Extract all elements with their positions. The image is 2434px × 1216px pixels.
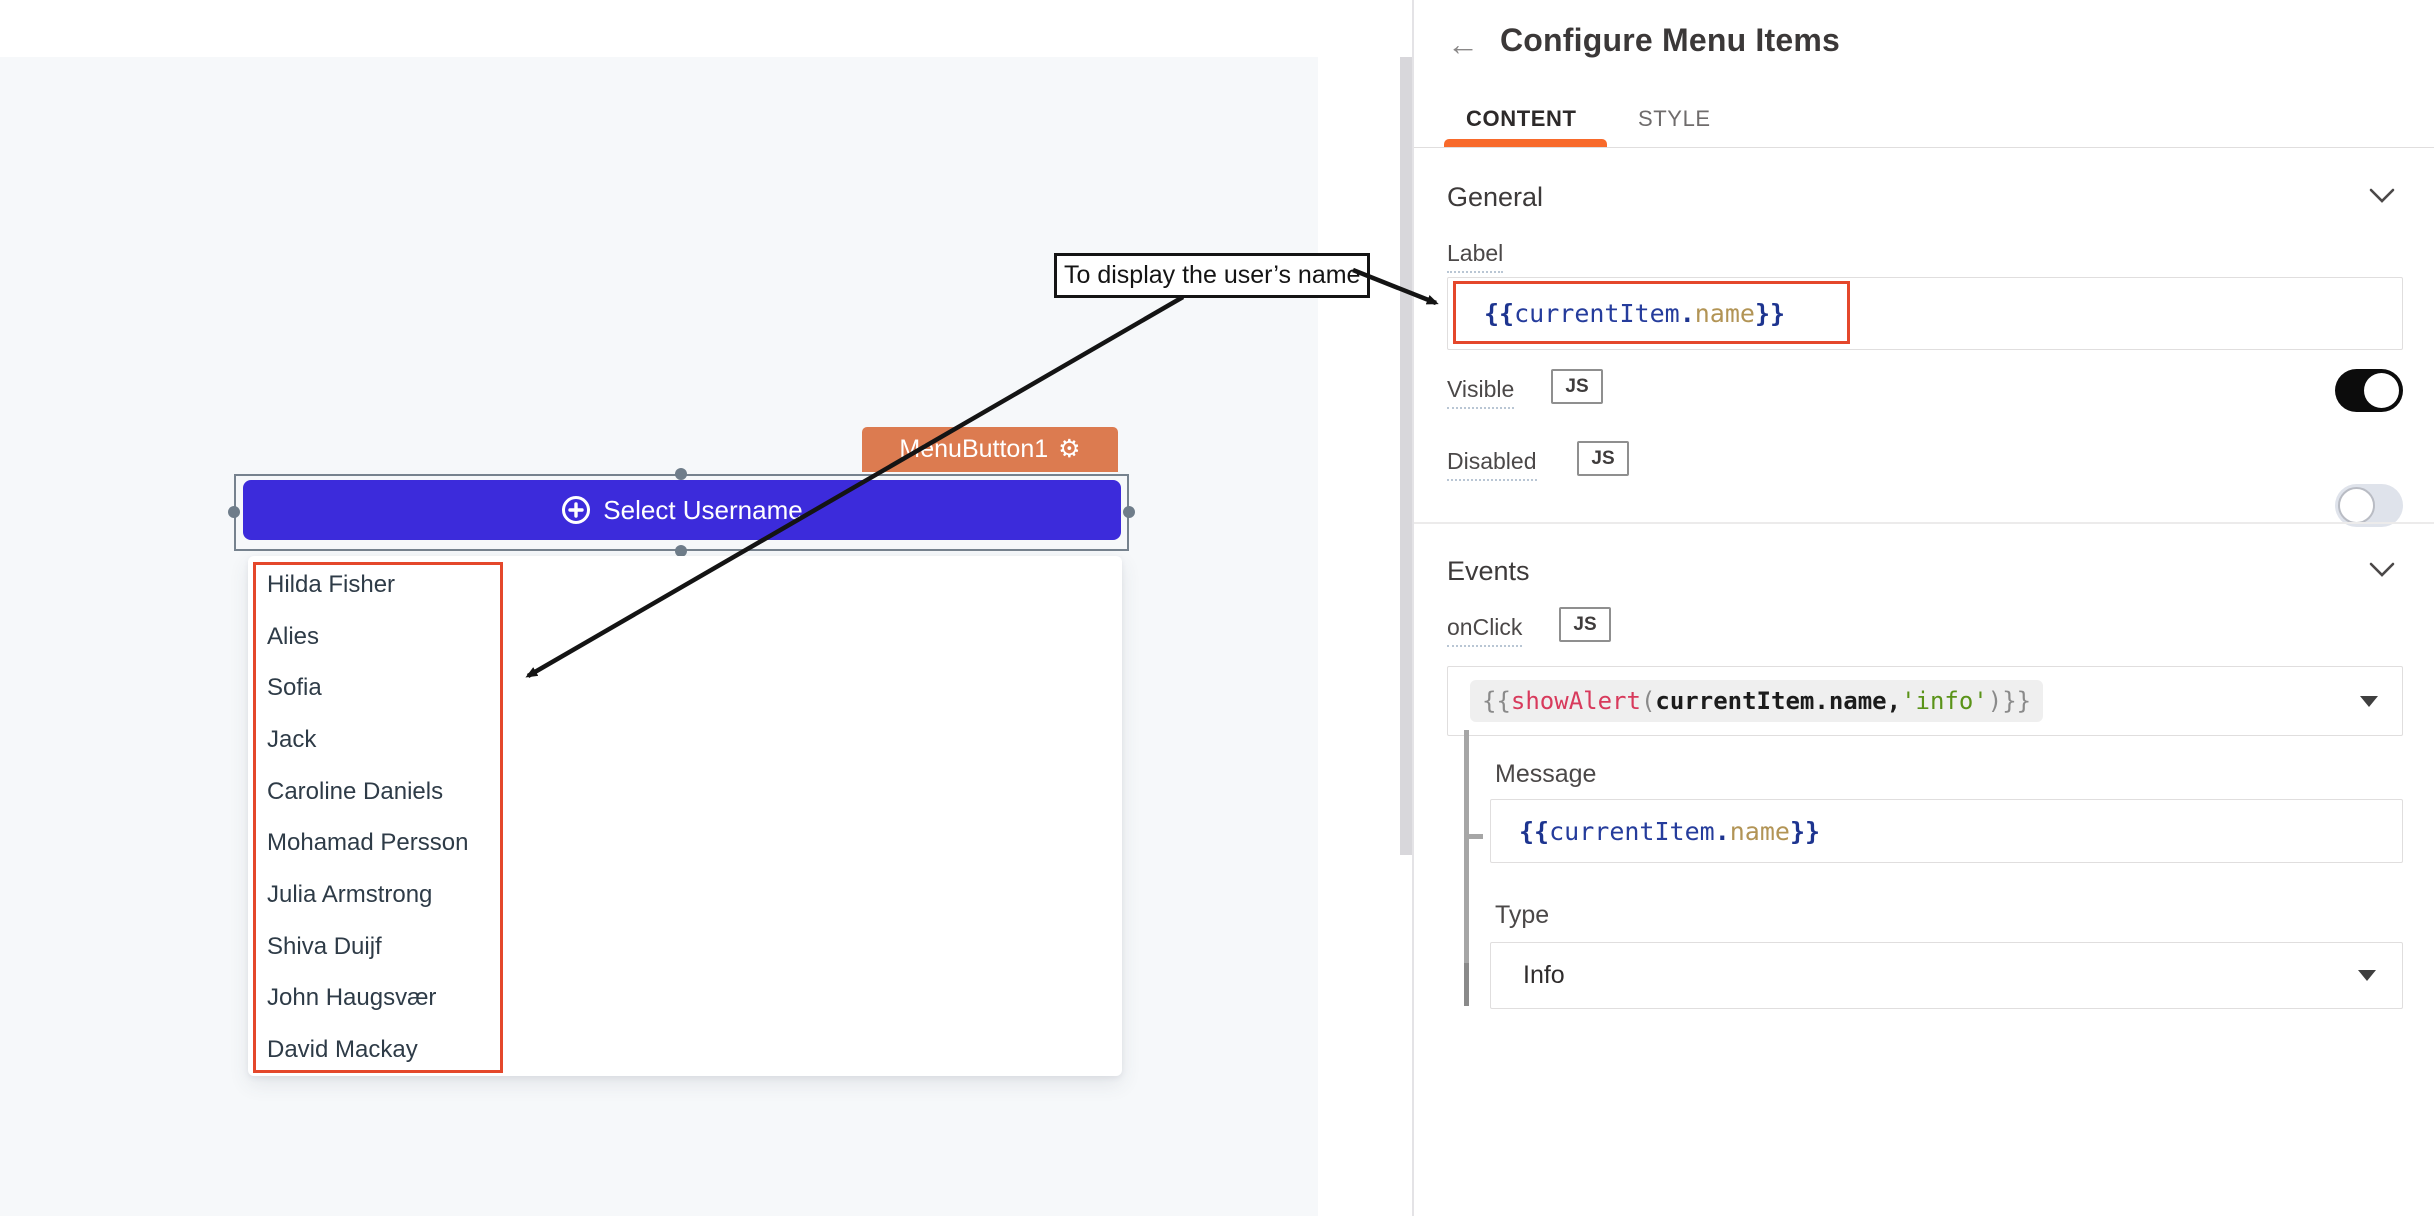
gear-icon[interactable]: ⚙	[1058, 437, 1080, 462]
chevron-down-icon[interactable]	[2369, 562, 2395, 578]
onclick-action-select[interactable]: {{showAlert(currentItem.name,'info')}}	[1447, 666, 2403, 736]
menu-item-label: Shiva Duijf	[267, 933, 382, 961]
menu-item-label: John Haugsvær	[267, 984, 436, 1012]
menu-item[interactable]: Hilda Fisher	[248, 559, 1122, 611]
tab-style[interactable]: STYLE	[1638, 106, 1711, 132]
action-indent-tick	[1469, 834, 1483, 839]
menu-item[interactable]: Jack	[248, 714, 1122, 766]
disabled-toggle[interactable]	[2335, 484, 2403, 527]
menu-dropdown: Hilda Fisher Alies Sofia Jack Caroline D…	[248, 556, 1122, 1076]
panel-title: Configure Menu Items	[1500, 22, 1840, 59]
menu-button-label: Select Username	[603, 495, 802, 526]
section-divider	[1414, 522, 2434, 524]
label-field-label: Label	[1447, 240, 1503, 273]
menu-item[interactable]: Shiva Duijf	[248, 921, 1122, 973]
visible-toggle[interactable]	[2335, 369, 2403, 412]
select-caret-icon	[2358, 970, 2376, 981]
onclick-label: onClick	[1447, 614, 1522, 647]
menu-item-list: Hilda Fisher Alies Sofia Jack Caroline D…	[248, 556, 1122, 1076]
message-label: Message	[1495, 760, 1596, 789]
menu-button-widget[interactable]: Select Username	[243, 480, 1121, 540]
visible-toggle-knob	[2364, 373, 2399, 408]
menu-item-label: David Mackay	[267, 1036, 418, 1064]
menu-item[interactable]: Mohamad Persson	[248, 817, 1122, 869]
plus-circle-icon	[561, 495, 591, 525]
annotation-text: To display the user’s name	[1064, 261, 1360, 290]
onclick-action-code: {{showAlert(currentItem.name,'info')}}	[1482, 687, 2031, 715]
onclick-js-toggle-button[interactable]: JS	[1559, 607, 1611, 642]
onclick-action-chip: {{showAlert(currentItem.name,'info')}}	[1470, 680, 2043, 722]
disabled-label: Disabled	[1447, 448, 1537, 481]
menu-item-label: Jack	[267, 726, 316, 754]
active-tab-indicator	[1444, 139, 1607, 147]
section-events-title: Events	[1447, 556, 1530, 587]
menu-item-label: Hilda Fisher	[267, 571, 395, 599]
action-indent-scroll-thumb[interactable]	[1464, 963, 1469, 1006]
disabled-js-toggle-button[interactable]: JS	[1577, 441, 1629, 476]
menu-item-label: Alies	[267, 623, 319, 651]
visible-js-toggle-button[interactable]: JS	[1551, 369, 1603, 404]
widget-name-tag[interactable]: MenuButton1 ⚙	[862, 427, 1118, 472]
menu-item-label: Julia Armstrong	[267, 881, 432, 909]
type-label: Type	[1495, 901, 1549, 930]
menu-item[interactable]: Caroline Daniels	[248, 766, 1122, 818]
tabs-divider	[1414, 147, 2434, 148]
menu-item[interactable]: Alies	[248, 611, 1122, 663]
label-field-input[interactable]: {{currentItem.name}}	[1447, 277, 2403, 350]
type-selected-value: Info	[1523, 961, 1565, 990]
select-caret-icon	[2360, 696, 2378, 707]
menu-item[interactable]: David Mackay	[248, 1024, 1122, 1076]
message-input[interactable]: {{currentItem.name}}	[1490, 799, 2403, 863]
type-select[interactable]: Info	[1490, 942, 2403, 1009]
message-value: {{currentItem.name}}	[1491, 817, 1820, 846]
visible-label: Visible	[1447, 376, 1514, 409]
label-field-value: {{currentItem.name}}	[1448, 299, 1785, 328]
resize-handle-top[interactable]	[675, 468, 687, 480]
section-general-title: General	[1447, 182, 1543, 213]
widget-name-label: MenuButton1	[899, 435, 1048, 464]
resize-handle-left[interactable]	[228, 506, 240, 518]
resize-handle-right[interactable]	[1123, 506, 1135, 518]
menu-item-label: Mohamad Persson	[267, 829, 468, 857]
back-icon[interactable]: ←	[1447, 26, 1479, 63]
canvas-scrollbar[interactable]	[1400, 57, 1412, 855]
property-pane: ← Configure Menu Items CONTENT STYLE Gen…	[1414, 0, 2434, 1216]
annotation-callout: To display the user’s name	[1054, 253, 1370, 298]
menu-item[interactable]: John Haugsvær	[248, 973, 1122, 1025]
menu-item[interactable]: Sofia	[248, 662, 1122, 714]
menu-item-label: Sofia	[267, 674, 322, 702]
menu-item[interactable]: Julia Armstrong	[248, 869, 1122, 921]
chevron-down-icon[interactable]	[2369, 188, 2395, 204]
disabled-toggle-knob	[2338, 487, 2375, 524]
tab-content[interactable]: CONTENT	[1466, 106, 1577, 132]
menu-item-label: Caroline Daniels	[267, 778, 443, 806]
app-editor: MenuButton1 ⚙ Select Username Hilda Fish…	[0, 0, 2434, 1216]
